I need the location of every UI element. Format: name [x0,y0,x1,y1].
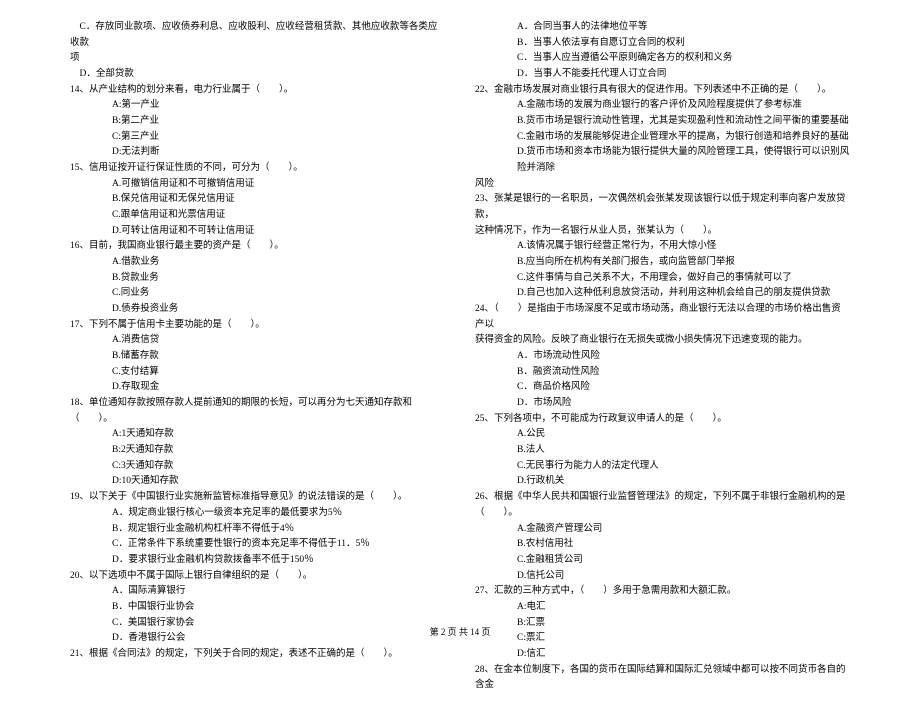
q19-option-d: D．要求银行业金融机构贷款拨备率不低于150％ [70,553,445,569]
q18-option-a: A:1天通知存款 [70,427,445,443]
q25-option-c: C.无民事行为能力人的法定代理人 [475,459,850,475]
q14-option-d: D:无法判断 [70,145,445,161]
q24-option-a: A．市场流动性风险 [475,349,850,365]
question-22: 22、金融市场发展对商业银行具有很大的促进作用。下列表述中不正确的是（ ）。 [475,83,850,99]
q21-option-d: D．当事人不能委托代理人订立合同 [475,67,850,83]
q22-option-a: A.金融市场的发展为商业银行的客户评价及风险程度提供了参考标准 [475,98,850,114]
question-20: 20、以下选项中不属于国际上银行自律组织的是（ ）。 [70,569,445,585]
page-footer: 第 2 页 共 14 页 [0,625,920,638]
q24-option-b: B．融资流动性风险 [475,365,850,381]
question-26-cont: （ ）。 [475,506,850,522]
question-16: 16、目前，我国商业银行最主要的资产是（ ）。 [70,239,445,255]
question-23-cont: 这种情况下，作为一名银行从业人员，张某认为（ ）。 [475,224,850,240]
q26-option-a: A.金融资产管理公司 [475,522,850,538]
question-28: 28、在金本位制度下，各国的货币在国际结算和国际汇兑领域中都可以按不同货币各自的… [475,663,850,694]
q26-option-c: C.金融租赁公司 [475,553,850,569]
q16-option-b: B.贷款业务 [70,271,445,287]
q23-option-b: B.应当向所在机构有关部门报告，或向监管部门举报 [475,255,850,271]
q18-option-c: C:3天通知存款 [70,459,445,475]
q21-option-a: A．合同当事人的法律地位平等 [475,20,850,36]
q16-option-d: D.债券投资业务 [70,302,445,318]
q26-option-d: D.信托公司 [475,569,850,585]
q17-option-b: B.储蓄存款 [70,349,445,365]
question-14: 14、从产业结构的划分来看，电力行业属于（ ）。 [70,83,445,99]
q15-option-c: C.跟单信用证和光票信用证 [70,208,445,224]
question-24: 24、（ ）是指由于市场深度不足或市场动荡，商业银行无法以合理的市场价格出售资产… [475,302,850,333]
q16-option-c: C.同业务 [70,286,445,302]
q19-option-b: B．规定银行业金融机构杠杆率不得低于4％ [70,522,445,538]
question-27: 27、汇款的三种方式中，（ ）多用于急需用款和大额汇款。 [475,584,850,600]
q17-option-c: C.支付结算 [70,365,445,381]
q27-option-a: A:电汇 [475,600,850,616]
q17-option-d: D.存取现金 [70,380,445,396]
q19-option-c: C．正常条件下系统重要性银行的资本充足率不得低于11．5％ [70,537,445,553]
q26-option-b: B.农村信用社 [475,537,850,553]
q15-option-a: A.可撤销信用证和不可撤销信用证 [70,177,445,193]
q22-option-b: B.货币市场是银行流动性管理，尤其是实现盈利性和流动性之间平衡的重要基础 [475,114,850,130]
q19-option-a: A．规定商业银行核心一级资本充足率的最低要求为5％ [70,506,445,522]
q14-option-a: A:第一产业 [70,98,445,114]
q23-option-d: D.自己也加入这种低利息放贷活动，并利用这种机会给自己的朋友提供贷款 [475,286,850,302]
q27-option-d: D:信汇 [475,647,850,663]
q16-option-a: A.借款业务 [70,255,445,271]
q24-option-d: D．市场风险 [475,396,850,412]
q18-option-d: D:10天通知存款 [70,474,445,490]
q20-option-a: A．国际清算银行 [70,584,445,600]
q21-option-c: C．当事人应当遵循公平原则确定各方的权利和义务 [475,51,850,67]
question-23: 23、张某是银行的一名职员，一次偶然机会张某发现该银行以低于规定利率向客户发放贷… [475,192,850,223]
question-21: 21、根据《合同法》的规定，下列关于合同的规定，表述不正确的是（ ）。 [70,647,445,663]
left-column: C．存放同业款项、应收债券利息、应收股利、应收经营租赁款、其他应收款等各类应收款… [70,20,445,694]
question-15: 15、信用证按开证行保证性质的不同，可分为（ ）。 [70,161,445,177]
question-17: 17、下列不属于信用卡主要功能的是（ ）。 [70,318,445,334]
q21-option-b: B．当事人依法享有自愿订立合同的权利 [475,36,850,52]
q15-option-b: B.保兑信用证和无保兑信用证 [70,192,445,208]
question-19: 19、以下关于《中国银行业实施新监管标准指导意见》的说法错误的是（ ）。 [70,490,445,506]
question-25: 25、下列各项中，不可能成为行政复议申请人的是（ ）。 [475,412,850,428]
q22-option-c: C.金融市场的发展能够促进企业管理水平的提高，为银行创造和培养良好的基础 [475,130,850,146]
q23-option-a: A.该情况属于银行经营正常行为，不用大惊小怪 [475,239,850,255]
option-c-continue: C．存放同业款项、应收债券利息、应收股利、应收经营租赁款、其他应收款等各类应收款 [70,20,445,51]
right-column: A．合同当事人的法律地位平等 B．当事人依法享有自愿订立合同的权利 C．当事人应… [475,20,850,694]
q22-option-d-cont: 风险 [475,177,850,193]
q25-option-d: D.行政机关 [475,474,850,490]
question-24-cont: 获得资金的风险。反映了商业银行在无损失或微小损失情况下迅速变现的能力。 [475,333,850,349]
q15-option-d: D.可转让信用证和不可转让信用证 [70,224,445,240]
question-26: 26、根据《中华人民共和国银行业监督管理法》的规定，下列不属于非银行金融机构的是 [475,490,850,506]
q14-option-c: C:第三产业 [70,130,445,146]
option-c-continue2: 项 [70,51,445,67]
option-d: D．全部贷款 [70,67,445,83]
q25-option-a: A.公民 [475,427,850,443]
exam-page: C．存放同业款项、应收债券利息、应收股利、应收经营租赁款、其他应收款等各类应收款… [0,0,920,724]
q14-option-b: B:第二产业 [70,114,445,130]
q18-option-b: B:2天通知存款 [70,443,445,459]
q25-option-b: B.法人 [475,443,850,459]
q22-option-d: D.货币市场和资本市场能为银行提供大量的风险管理工具，使得银行可以识别风险并消除 [475,145,850,176]
question-18: 18、单位通知存款按照存款人提前通知的期限的长短，可以再分为七天通知存款和（ ）… [70,396,445,427]
q23-option-c: C.这件事情与自己关系不大，不用理会，做好自己的事情就可以了 [475,271,850,287]
q20-option-b: B．中国银行业协会 [70,600,445,616]
q17-option-a: A.消费信贷 [70,333,445,349]
q24-option-c: C．商品价格风险 [475,380,850,396]
